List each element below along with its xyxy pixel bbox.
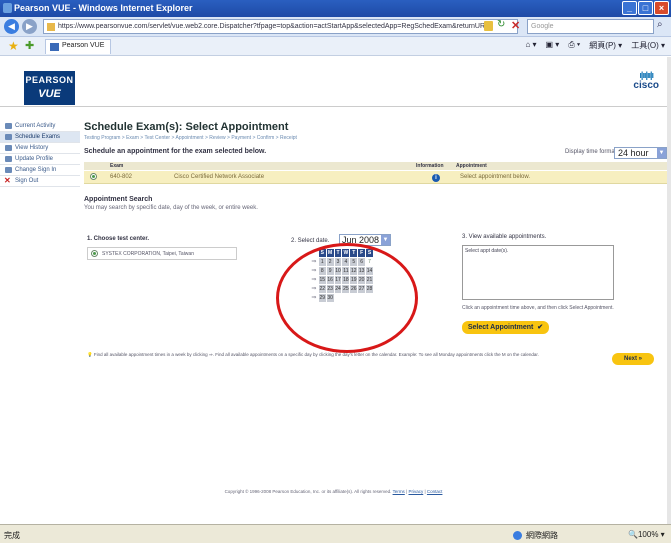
page-menu[interactable]: 網頁(P) ▾ [589,40,622,51]
header-information: Information [416,163,444,169]
sidebar-item-update-profile[interactable]: Update Profile [0,154,80,165]
sidebar-item-schedule-exams[interactable]: Schedule Exams [0,132,80,143]
web-page: PEARSON VUE ı|ıı|ıı|ı cisco Current Acti… [0,57,667,524]
time-format-select[interactable]: 24 hour ▼ [614,147,667,159]
table-row: 640-802 Cisco Certified Network Associat… [84,171,667,184]
select-appointment-button[interactable]: Select Appointment ✔ [462,321,549,334]
status-text: 完成 [4,531,20,540]
window-title: Pearson VUE - Windows Internet Explorer [14,3,193,13]
feeds-icon[interactable]: ▣ ▾ [546,40,560,51]
sidebar-item-current-activity[interactable]: Current Activity [0,121,80,132]
favorites-bar: ★ ✚ Pearson VUE ⌂ ▾ ▣ ▾ ⎙ ▾ 網頁(P) ▾ 工具(O… [0,37,671,56]
sidebar-nav: Current Activity Schedule Exams View His… [0,121,80,191]
tools-menu[interactable]: 工具(O) ▾ [631,40,665,51]
vertical-scrollbar[interactable] [667,57,671,524]
pencil-icon [5,156,12,162]
step-view-appointments: 3. View available appointments. Select a… [462,234,662,312]
address-input[interactable]: https://www.pearsonvue.com/servlet/vue.w… [43,19,518,34]
test-center-option[interactable]: SYSTEX CORPORATION, Taipei, Taiwan [87,247,237,260]
close-button[interactable]: × [654,1,669,15]
site-header: PEARSON VUE ı|ıı|ıı|ı cisco [0,57,667,107]
info-icon[interactable]: i [432,174,440,182]
history-icon [5,145,12,151]
address-text: https://www.pearsonvue.com/servlet/vue.w… [58,23,494,30]
key-icon [5,167,12,173]
search-icon[interactable]: ⌕ [657,19,663,30]
print-icon[interactable]: ⎙ ▾ [568,40,580,51]
forward-icon[interactable]: ▶ [22,19,37,34]
page-icon [47,23,55,31]
exam-name: Cisco Certified Network Associate [174,174,265,180]
checkmark-icon: ✔ [535,324,544,331]
main-content: Schedule Exam(s): Select Appointment Tes… [84,121,667,159]
terms-link[interactable]: Terms [393,489,405,494]
lock-icon[interactable] [484,21,493,31]
tab-label: Pearson VUE [62,42,105,49]
step3-label: 3. View available appointments. [462,234,547,240]
x-icon: ✕ [4,176,11,185]
step1-label: 1. Choose test center. [87,236,150,242]
chevron-down-icon: ▼ [381,235,390,245]
minimize-button[interactable]: _ [622,1,637,15]
test-center-name: SYSTEX CORPORATION, Taipei, Taiwan [102,251,194,257]
search-input[interactable]: Google [527,19,654,34]
calendar-icon [5,134,12,140]
privacy-link[interactable]: Privacy [408,489,423,494]
window-controls: _ □ × [622,1,669,15]
red-annotation-circle [276,243,418,353]
chevron-down-icon: ▼ [657,148,666,158]
search-placeholder: Google [531,23,554,30]
page-title: Schedule Exam(s): Select Appointment [84,121,289,133]
test-center-radio[interactable] [91,250,98,257]
step2-label: 2. Select date. [291,238,330,244]
sidebar-item-view-history[interactable]: View History [0,143,80,154]
exam-radio[interactable] [90,173,97,180]
appointment-search-title: Appointment Search [84,196,153,203]
header-appointment: Appointment [456,163,487,169]
refresh-icon[interactable]: ↻ [497,19,505,30]
command-bar: ⌂ ▾ ▣ ▾ ⎙ ▾ 網頁(P) ▾ 工具(O) ▾ [525,40,665,51]
pearson-vue-logo[interactable]: PEARSON VUE [24,71,75,105]
appointments-list[interactable]: Select appt date(s). [462,245,614,300]
window-titlebar: Pearson VUE - Windows Internet Explorer … [0,0,671,17]
copyright-footer: Copyright © 1996-2008 Pearson Education,… [224,489,443,494]
ie-icon [3,3,12,13]
appointment-search-desc: You may search by specific date, day of … [84,205,258,211]
tab-page-icon [50,43,59,51]
exam-code: 640-802 [110,174,133,180]
security-zone[interactable]: 網際網路 [513,530,558,541]
calendar-help-text: 💡 Find all available appointment times i… [87,352,539,357]
cisco-logo: ı|ıı|ıı|ı cisco [633,70,659,91]
exam-table-header: Exam Information Appointment [84,162,667,170]
breadcrumb[interactable]: Testing Program > Exam > Test Center > A… [84,135,667,141]
stop-icon[interactable]: ✕ [511,19,520,32]
favorites-star-icon[interactable]: ★ [8,39,19,53]
zoom-level[interactable]: 🔍100% ▾ [628,530,665,539]
header-exam: Exam [110,163,124,169]
lightbulb-icon: 💡 [87,352,93,357]
step-choose-center: 1. Choose test center. SYSTEX CORPORATIO… [87,236,237,260]
maximize-button[interactable]: □ [638,1,653,15]
globe-icon [513,531,522,541]
display-format-label: Display time format: [565,149,619,155]
sidebar-item-change-sign-in[interactable]: Change Sign In [0,165,80,176]
check-icon [5,123,12,129]
home-icon[interactable]: ⌂ ▾ [525,40,536,51]
status-bar: 完成 網際網路 🔍100% ▾ [0,524,671,543]
tab-pearson-vue[interactable]: Pearson VUE [45,39,112,54]
contact-link[interactable]: Contact [427,489,443,494]
address-bar-row: ◀ ▶ https://www.pearsonvue.com/servlet/v… [0,17,671,37]
appointment-status: Select appointment below. [460,174,531,180]
sidebar-item-sign-out[interactable]: ✕ Sign Out [0,176,80,187]
appointment-search: Appointment Search You may search by spe… [84,196,667,211]
add-favorite-icon[interactable]: ✚ [25,39,34,52]
step3-hint: Click an appointment time above, and the… [462,305,614,311]
next-button[interactable]: Next » [612,353,654,365]
back-icon[interactable]: ◀ [4,19,19,34]
